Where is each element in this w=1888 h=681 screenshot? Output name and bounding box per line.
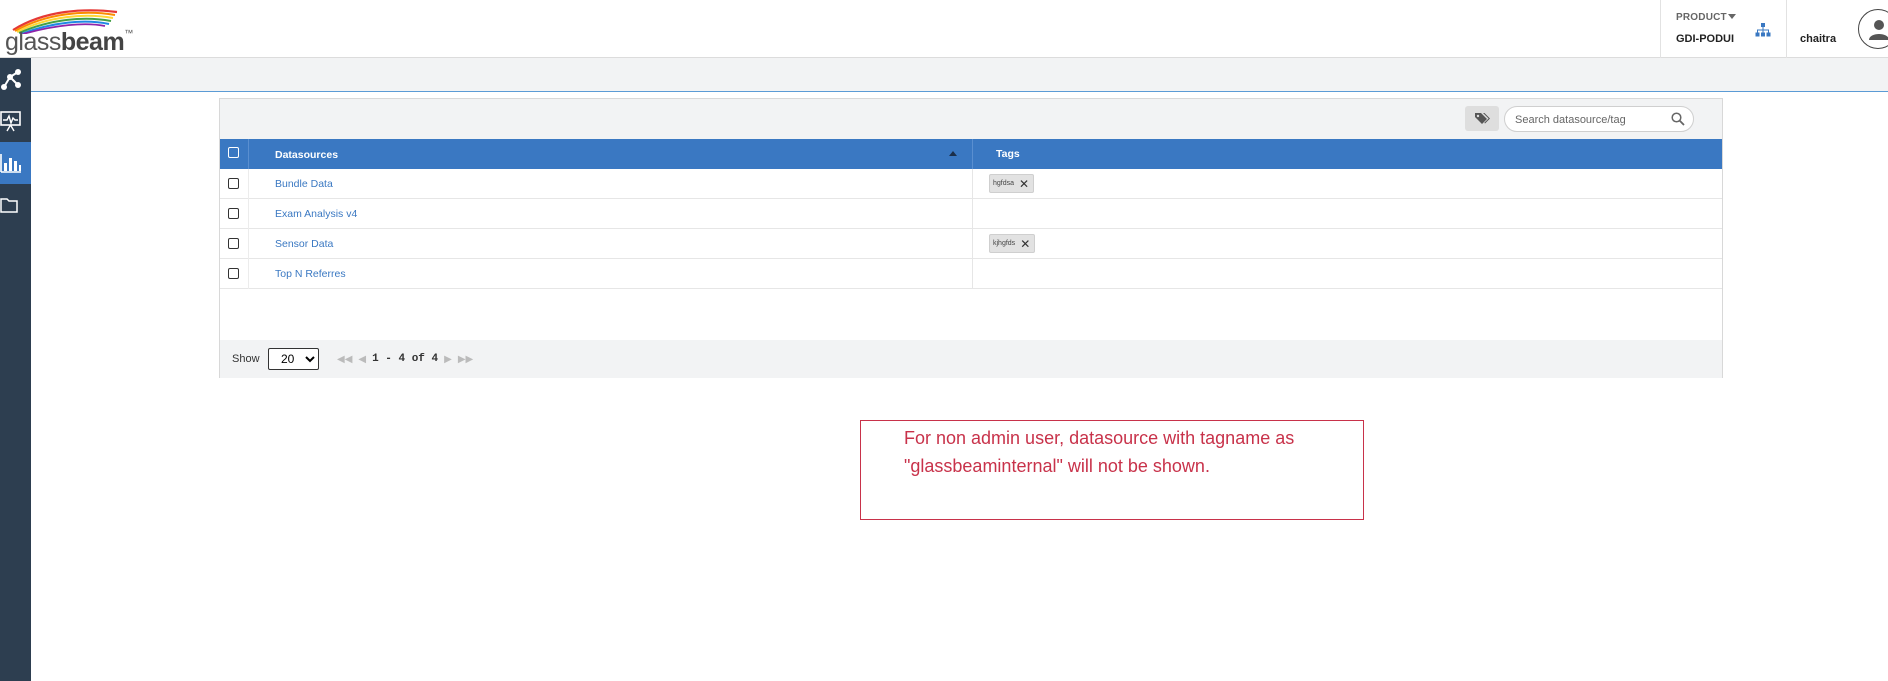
hierarchy-icon[interactable]	[1755, 23, 1771, 37]
select-all-cell	[220, 139, 249, 169]
column-divider	[972, 139, 973, 169]
row-checkbox[interactable]	[228, 178, 239, 189]
table-row: Bundle Data hgfdsa ✕	[220, 169, 1722, 199]
tag-chip-label: kjhgfds	[993, 240, 1016, 247]
user-icon	[1869, 20, 1888, 40]
product-dropdown-label[interactable]: PRODUCT	[1676, 12, 1736, 23]
search-icon[interactable]	[1671, 112, 1685, 126]
row-checkbox[interactable]	[228, 238, 239, 249]
search-box[interactable]	[1504, 106, 1694, 132]
table-row: Sensor Data kjhgfds ✕	[220, 229, 1722, 259]
datasource-link[interactable]: Sensor Data	[275, 238, 333, 250]
previous-page-icon[interactable]: ◀	[358, 354, 366, 365]
left-sidebar	[0, 58, 31, 681]
page-range-text: 1 - 4 of 4	[372, 353, 439, 365]
row-select-cell	[220, 199, 249, 229]
datasource-link[interactable]: Bundle Data	[275, 178, 333, 190]
last-page-icon[interactable]: ▶▶	[458, 354, 473, 365]
logo-wordmark: glassbeam™	[5, 28, 133, 57]
annotation-box: For non admin user, datasource with tagn…	[860, 420, 1364, 520]
datasource-link[interactable]: Top N Referres	[275, 268, 346, 280]
search-input[interactable]	[1515, 112, 1665, 127]
row-checkbox[interactable]	[228, 268, 239, 279]
sort-asc-icon[interactable]	[949, 151, 957, 156]
caret-down-icon	[1727, 14, 1736, 19]
pager: ◀◀ ◀ 1 - 4 of 4 ▶ ▶▶	[337, 353, 473, 365]
sidebar-item-network[interactable]	[0, 58, 31, 100]
row-checkbox[interactable]	[228, 208, 239, 219]
network-icon	[1, 69, 21, 90]
row-select-cell	[220, 259, 249, 289]
row-select-cell	[220, 229, 249, 259]
next-page-icon[interactable]: ▶	[444, 354, 452, 365]
table-row: Exam Analysis v4	[220, 199, 1722, 229]
product-value: GDI-PODUI	[1676, 33, 1735, 45]
annotation-text: For non admin user, datasource with tagn…	[904, 428, 1295, 476]
column-header-tags[interactable]: Tags	[996, 148, 1020, 160]
sub-header-bar	[31, 58, 1888, 92]
page-size-label: Show	[232, 353, 260, 365]
tag-chip: kjhgfds ✕	[989, 234, 1036, 253]
logo-text-bold: beam	[60, 28, 125, 56]
column-divider	[972, 259, 973, 289]
column-divider	[972, 229, 973, 259]
column-divider	[972, 199, 973, 229]
remove-tag-icon[interactable]: ✕	[1019, 178, 1029, 190]
remove-tag-icon[interactable]: ✕	[1020, 238, 1030, 250]
select-all-checkbox[interactable]	[228, 147, 239, 158]
datasource-panel: Datasources Tags Bundle Data hgfdsa ✕ Ex…	[219, 98, 1723, 378]
top-header: glassbeam™ PRODUCT GDI-PODUI chaitra	[0, 0, 1888, 58]
tag-filter-button[interactable]	[1465, 106, 1499, 131]
first-page-icon[interactable]: ◀◀	[337, 354, 352, 365]
avatar[interactable]	[1858, 9, 1888, 49]
panel-toolbar	[220, 99, 1722, 139]
tag-chip-label: hgfdsa	[993, 180, 1015, 187]
presentation-chart-icon	[0, 111, 21, 132]
username[interactable]: chaitra	[1800, 33, 1836, 45]
datasource-link[interactable]: Exam Analysis v4	[275, 208, 357, 220]
column-divider	[972, 169, 973, 199]
glassbeam-logo[interactable]: glassbeam™	[5, 6, 135, 57]
tags-icon	[1475, 112, 1490, 124]
sidebar-item-dashboards[interactable]	[0, 100, 31, 142]
page-size-select[interactable]: 20	[268, 348, 319, 370]
column-header-datasources[interactable]: Datasources	[275, 149, 338, 161]
sidebar-item-files[interactable]	[0, 184, 31, 226]
sidebar-item-analytics[interactable]	[0, 142, 31, 184]
table-header: Datasources Tags	[220, 139, 1722, 169]
pagination-bar: Show 20 ◀◀ ◀ 1 - 4 of 4 ▶ ▶▶	[220, 340, 1722, 378]
folder-icon	[0, 198, 18, 213]
row-select-cell	[220, 169, 249, 199]
tag-chip: hgfdsa ✕	[989, 174, 1035, 193]
logo-trademark: ™	[124, 28, 133, 38]
product-label-text: PRODUCT	[1676, 12, 1727, 23]
logo-text-light: glass	[5, 28, 61, 56]
bar-chart-icon	[0, 154, 21, 173]
table-row: Top N Referres	[220, 259, 1722, 289]
